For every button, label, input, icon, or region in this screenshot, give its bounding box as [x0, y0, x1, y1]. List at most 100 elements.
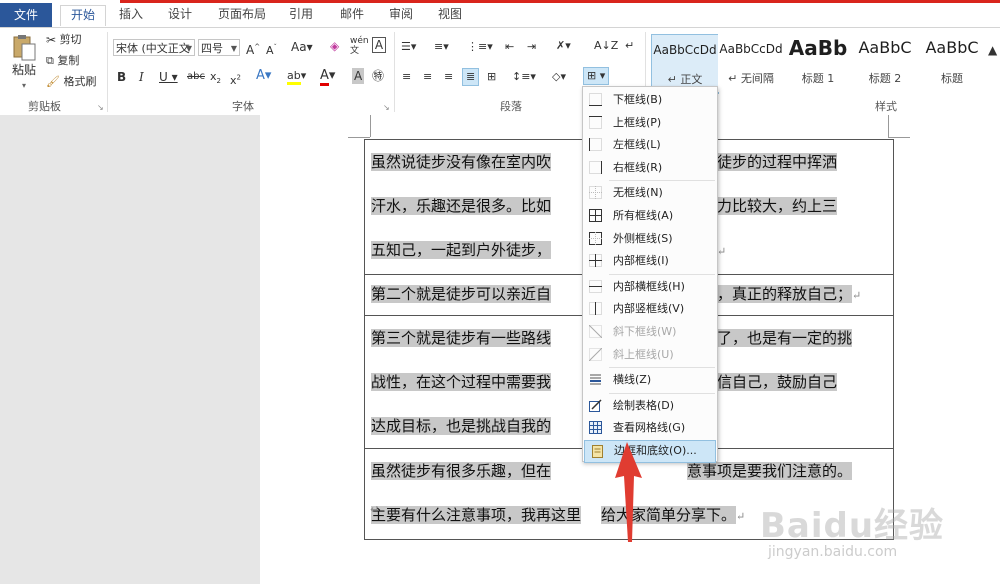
menu-item-borders-and-shading[interactable]: 边框和底纹(O)...: [584, 439, 716, 463]
style-name: ↵ 正文: [667, 73, 703, 86]
highlight-color-button[interactable]: ab▾: [287, 68, 306, 85]
tab-mailings[interactable]: 邮件: [334, 5, 370, 25]
subscript-button[interactable]: x2: [210, 69, 221, 89]
font-name-value: 宋体 (中文正文: [116, 42, 190, 55]
tab-home[interactable]: 开始: [60, 5, 106, 26]
paste-label: 粘贴: [11, 63, 36, 77]
text-effects-button[interactable]: A▾: [256, 68, 271, 84]
clipboard-launcher-icon[interactable]: ↘: [97, 100, 104, 116]
character-border-button[interactable]: A: [372, 37, 386, 53]
font-name-combo[interactable]: 宋体 (中文正文 ▼: [113, 39, 195, 56]
menu-item-left-border[interactable]: 左框线(L): [583, 134, 717, 157]
shading-button[interactable]: ◇▾: [552, 69, 566, 85]
chinese-layout-icon: ✗▾: [556, 39, 571, 52]
crop-mark: [348, 137, 370, 138]
underline-button[interactable]: U ▾: [159, 69, 178, 85]
tab-design[interactable]: 设计: [162, 5, 198, 25]
menu-item-bottom-border[interactable]: 下框线(B): [583, 89, 717, 112]
style-sample: AaBb: [788, 36, 848, 60]
menu-item-view-gridlines[interactable]: 查看网格线(G): [583, 417, 717, 440]
sort-button[interactable]: A↓Z: [594, 38, 618, 54]
menu-item-all-borders[interactable]: 所有框线(A): [583, 205, 717, 228]
increase-indent-button[interactable]: ⇥: [527, 39, 536, 55]
style-heading-1[interactable]: AaBb 标题 1: [785, 34, 851, 92]
font-size-combo[interactable]: 四号 ▼: [198, 39, 240, 56]
align-center-button[interactable]: ≡: [423, 69, 432, 85]
paste-button[interactable]: 粘贴 ▾: [8, 34, 40, 92]
crop-mark: [888, 137, 910, 138]
menu-item-draw-table[interactable]: 绘制表格(D): [583, 395, 717, 418]
outside-borders-icon: [589, 231, 602, 245]
clear-formatting-button[interactable]: ◈: [330, 38, 339, 54]
subscript-icon: x2: [210, 70, 221, 86]
menu-item-inside-horizontal[interactable]: 内部横框线(H): [583, 276, 717, 299]
italic-icon: I: [139, 70, 144, 84]
cut-button[interactable]: ✂ 剪切: [46, 32, 82, 48]
format-painter-button[interactable]: 🖌 格式刷: [46, 74, 96, 90]
superscript-button[interactable]: x2: [230, 69, 241, 89]
draw-table-icon: [589, 399, 602, 412]
align-right-icon: ≡: [444, 70, 454, 83]
group-divider: [107, 32, 108, 112]
font-color-button[interactable]: A▾: [320, 68, 335, 86]
tab-references[interactable]: 引用: [283, 5, 319, 25]
copy-button[interactable]: ⧉ 复制: [46, 53, 79, 69]
style-no-spacing[interactable]: AaBbCcDd ↵ 无间隔: [718, 34, 784, 92]
grow-font-button[interactable]: A^: [246, 39, 260, 58]
menu-item-diagonal-down[interactable]: 斜下框线(W): [583, 321, 717, 344]
strikethrough-button[interactable]: abc: [187, 69, 205, 85]
italic-button[interactable]: I: [139, 69, 144, 85]
align-center-icon: ≡: [423, 70, 433, 83]
chinese-layout-button[interactable]: ✗▾: [556, 38, 571, 54]
tab-review[interactable]: 审阅: [383, 5, 419, 25]
numbering-button[interactable]: ≡▾: [434, 39, 449, 55]
menu-item-inside-borders[interactable]: 内部框线(I): [583, 250, 717, 273]
tab-file[interactable]: 文件: [0, 3, 52, 27]
line-spacing-button[interactable]: ↕≡▾: [512, 69, 536, 85]
cell-line: 第二个就是徒步可以亲近自: [371, 285, 552, 303]
ribbon-tab-bar: [0, 3, 1000, 27]
bullets-button[interactable]: ☰▾: [401, 39, 416, 55]
document-margin-area: [0, 115, 260, 584]
character-shading-button[interactable]: A: [352, 68, 365, 84]
watermark-brand: Baidu经验: [760, 506, 945, 546]
menu-item-horizontal-line[interactable]: 横线(Z): [583, 369, 717, 392]
borders-button[interactable]: ⊞ ▾: [583, 67, 610, 85]
phonetic-guide-button[interactable]: wén 文: [350, 36, 369, 56]
highlighter-icon: ab: [287, 69, 301, 85]
chevron-down-icon: ▼: [185, 44, 192, 53]
character-shading-icon: A: [354, 69, 363, 83]
menu-item-outside-borders[interactable]: 外侧框线(S): [583, 228, 717, 251]
align-right-button[interactable]: ≡: [444, 69, 453, 85]
ribbon: 粘贴 ▾ ✂ 剪切 ⧉ 复制 🖌 格式刷 剪贴板 ↘ 宋体 (中文正文 ▼ 四号 ▼…: [0, 27, 1000, 116]
menu-item-top-border[interactable]: 上框线(P): [583, 112, 717, 135]
show-marks-button[interactable]: ↵: [625, 38, 634, 54]
menu-item-diagonal-up[interactable]: 斜上框线(U): [583, 344, 717, 367]
menu-item-inside-vertical[interactable]: 内部竖框线(V): [583, 298, 717, 321]
style-scroll-icon[interactable]: ▲: [988, 42, 997, 58]
bold-button[interactable]: B: [117, 69, 126, 85]
font-group-label: 字体: [232, 100, 254, 113]
menu-item-no-border[interactable]: 无框线(N): [583, 182, 717, 205]
menu-item-right-border[interactable]: 右框线(R): [583, 157, 717, 180]
distributed-button[interactable]: ⊞: [487, 69, 496, 85]
enclose-characters-button[interactable]: ㊕: [372, 68, 384, 84]
change-case-button[interactable]: Aa▾: [291, 39, 313, 55]
shrink-font-button[interactable]: Aˇ: [266, 39, 277, 59]
tab-insert[interactable]: 插入: [113, 5, 149, 25]
multilevel-list-icon: ⋮≡▾: [467, 40, 493, 53]
align-left-button[interactable]: ≡: [402, 69, 411, 85]
font-launcher-icon[interactable]: ↘: [383, 100, 390, 116]
clipboard-group-label: 剪贴板: [28, 100, 61, 113]
style-heading-2[interactable]: AaBbC 标题 2: [852, 34, 918, 92]
justify-button[interactable]: ≣: [462, 68, 480, 86]
tab-view[interactable]: 视图: [432, 5, 468, 25]
view-gridlines-icon: [589, 421, 602, 435]
style-normal[interactable]: AaBbCcDd ↵ 正文: [651, 34, 719, 94]
tab-page-layout[interactable]: 页面布局: [213, 5, 271, 25]
borders-dropdown-menu: 下框线(B) 上框线(P) 左框线(L) 右框线(R) 无框线(N) 所有框线(…: [582, 86, 718, 463]
multilevel-list-button[interactable]: ⋮≡▾: [467, 39, 493, 55]
superscript-icon: x2: [230, 73, 241, 87]
style-title[interactable]: AaBbC 标题: [919, 34, 985, 92]
decrease-indent-button[interactable]: ⇤: [505, 39, 514, 55]
